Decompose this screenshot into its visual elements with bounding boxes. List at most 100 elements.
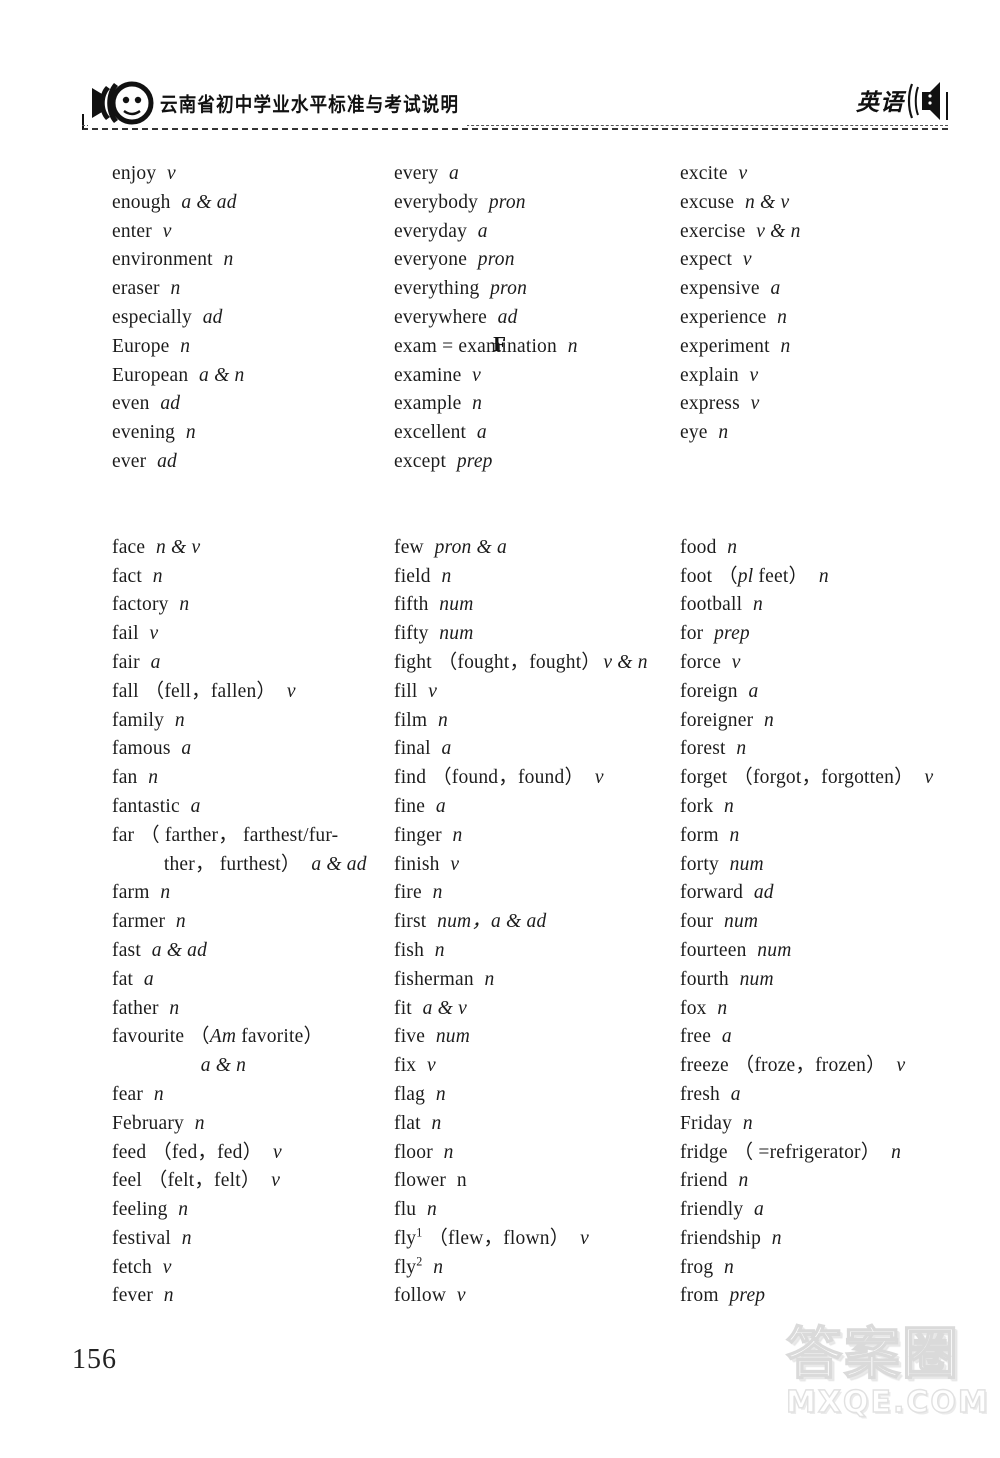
entry-word: flag bbox=[394, 1083, 426, 1105]
entry-part-of-speech: num bbox=[439, 594, 474, 616]
wordlist-entry: father n bbox=[112, 995, 402, 1024]
wordlist-entry: friend n bbox=[680, 1167, 970, 1196]
wordlist-entry: follow v bbox=[394, 1282, 684, 1311]
wordlist-entry: feed （fed，fed） v bbox=[112, 1139, 402, 1168]
entry-word: fifty bbox=[394, 623, 429, 645]
wordlist-entry: expensive a bbox=[680, 275, 970, 304]
entry-part-of-speech: n bbox=[170, 278, 181, 300]
entry-word: examine bbox=[394, 364, 462, 386]
wordlist-entry: food n bbox=[680, 534, 970, 563]
entry-inflected-forms: ther， furthest） bbox=[163, 853, 301, 875]
entry-word: farmer bbox=[112, 911, 166, 933]
entry-part-of-speech: n bbox=[780, 335, 791, 357]
watermark-brand: 答案圈 bbox=[785, 1322, 960, 1387]
entry-part-of-speech: num bbox=[439, 623, 474, 645]
entry-part-of-speech: n bbox=[431, 1112, 442, 1134]
wordlist-entry: football n bbox=[680, 591, 970, 620]
wordlist-entry: frog n bbox=[680, 1254, 970, 1283]
header-right-group: 英语 bbox=[846, 78, 946, 122]
entry-part-of-speech: a bbox=[477, 220, 488, 242]
wordlist-column-3: excite v excuse n & v exercise v & n expect v ex… bbox=[680, 160, 970, 1311]
wordlist-entry: fan n bbox=[112, 764, 402, 793]
entry-word: flower bbox=[394, 1170, 447, 1192]
wordlist-entry: excuse n & v bbox=[680, 189, 970, 218]
entry-word: fight bbox=[394, 651, 432, 673]
wordlist-entry: experiment n bbox=[680, 333, 970, 362]
entry-part-of-speech: v bbox=[456, 1285, 466, 1307]
entry-part-of-speech: n & v bbox=[744, 191, 790, 213]
entry-part-of-speech: n bbox=[738, 1170, 749, 1192]
entry-word: fall bbox=[112, 680, 139, 702]
wordlist-entry: force v bbox=[680, 649, 970, 678]
entry-word: field bbox=[394, 565, 431, 587]
wordlist-entry: even ad bbox=[112, 390, 402, 419]
entry-part-of-speech: v bbox=[286, 680, 296, 702]
entry-part-of-speech: n bbox=[443, 1141, 454, 1163]
entry-word: fire bbox=[394, 882, 422, 904]
entry-word: experience bbox=[680, 306, 767, 328]
entry-word: fever bbox=[112, 1285, 154, 1307]
entry-part-of-speech: n bbox=[160, 882, 171, 904]
entry-part-of-speech: v bbox=[428, 680, 438, 702]
wordlist-entry: everybody pron bbox=[394, 189, 684, 218]
entry-part-of-speech: pron bbox=[490, 278, 528, 300]
entry-part-of-speech: v bbox=[580, 1227, 589, 1249]
wordlist-entry: fever n bbox=[112, 1282, 402, 1311]
wordlist-entry: everything pron bbox=[394, 275, 684, 304]
entry-word: fast bbox=[112, 939, 141, 961]
wordlist-entry: enter v bbox=[112, 218, 402, 247]
wordlist-entry: fair a bbox=[112, 649, 402, 678]
entry-word: few bbox=[394, 536, 424, 558]
wordlist-entry: excite v bbox=[680, 160, 970, 189]
wordlist-entry: flower n bbox=[394, 1167, 684, 1196]
entry-part-of-speech: n bbox=[724, 1256, 734, 1278]
entry-word: force bbox=[680, 651, 722, 673]
wordlist-entry: forest n bbox=[680, 735, 970, 764]
wordlist-entry: for prep bbox=[680, 620, 970, 649]
entry-part-of-speech: n bbox=[181, 1227, 192, 1249]
entry-word: everyday bbox=[394, 220, 468, 242]
wordlist-entry: finger n bbox=[394, 822, 684, 851]
entry-word: film bbox=[394, 709, 428, 731]
entry-part-of-speech: a & v bbox=[422, 997, 467, 1019]
entry-word: freeze bbox=[680, 1055, 729, 1077]
wordlist-entry: fill v bbox=[394, 678, 684, 707]
entry-word: enjoy bbox=[112, 163, 157, 184]
entry-part-of-speech: a bbox=[730, 1083, 741, 1105]
entry-word: friendship bbox=[680, 1227, 762, 1249]
wordlist-entry: fourteen num bbox=[680, 937, 970, 966]
entry-part-of-speech: v & n bbox=[603, 651, 648, 673]
entry-word: fourteen bbox=[680, 939, 747, 961]
entry-part-of-speech: n bbox=[435, 1083, 446, 1105]
entry-part-of-speech: n bbox=[717, 997, 728, 1019]
entry-word: flu bbox=[394, 1199, 417, 1221]
entry-word: experiment bbox=[680, 335, 770, 357]
header-title: 云南省初中学业水平标准与考试说明 bbox=[160, 93, 460, 116]
entry-word: enough bbox=[112, 191, 171, 213]
entry-part-of-speech: a & n bbox=[200, 1055, 247, 1077]
entry-part-of-speech: n bbox=[777, 306, 788, 328]
entry-word: find bbox=[394, 767, 427, 789]
wordlist-entry: especially ad bbox=[112, 304, 402, 333]
entry-part-of-speech: n bbox=[185, 422, 196, 444]
entry-part-of-speech: n bbox=[456, 1170, 467, 1192]
entry-word: form bbox=[680, 824, 719, 846]
entry-part-of-speech: v bbox=[749, 364, 759, 386]
entry-part-of-speech: a bbox=[190, 795, 201, 817]
entry-word: five bbox=[394, 1026, 426, 1048]
entry-word: eye bbox=[680, 422, 708, 444]
entry-homograph-superscript: 1 bbox=[416, 1225, 423, 1240]
wordlist-entry: fly1 （flew，flown） v bbox=[394, 1225, 684, 1254]
wordlist-entry: flag n bbox=[394, 1081, 684, 1110]
entry-word: flat bbox=[394, 1112, 421, 1134]
entry-word: foreigner bbox=[680, 709, 754, 731]
wordlist-entry: final a bbox=[394, 735, 684, 764]
entry-word: feeling bbox=[112, 1199, 168, 1221]
entry-part-of-speech: v bbox=[742, 249, 752, 271]
entry-word: example bbox=[394, 393, 462, 415]
entry-part-of-speech: v bbox=[750, 393, 760, 415]
wordlist-entry: finish v bbox=[394, 851, 684, 880]
entry-part-of-speech: n bbox=[752, 594, 763, 616]
wordlist-entry: flu n bbox=[394, 1196, 684, 1225]
wordlist-entry: foot （pl feet） n bbox=[680, 563, 970, 592]
